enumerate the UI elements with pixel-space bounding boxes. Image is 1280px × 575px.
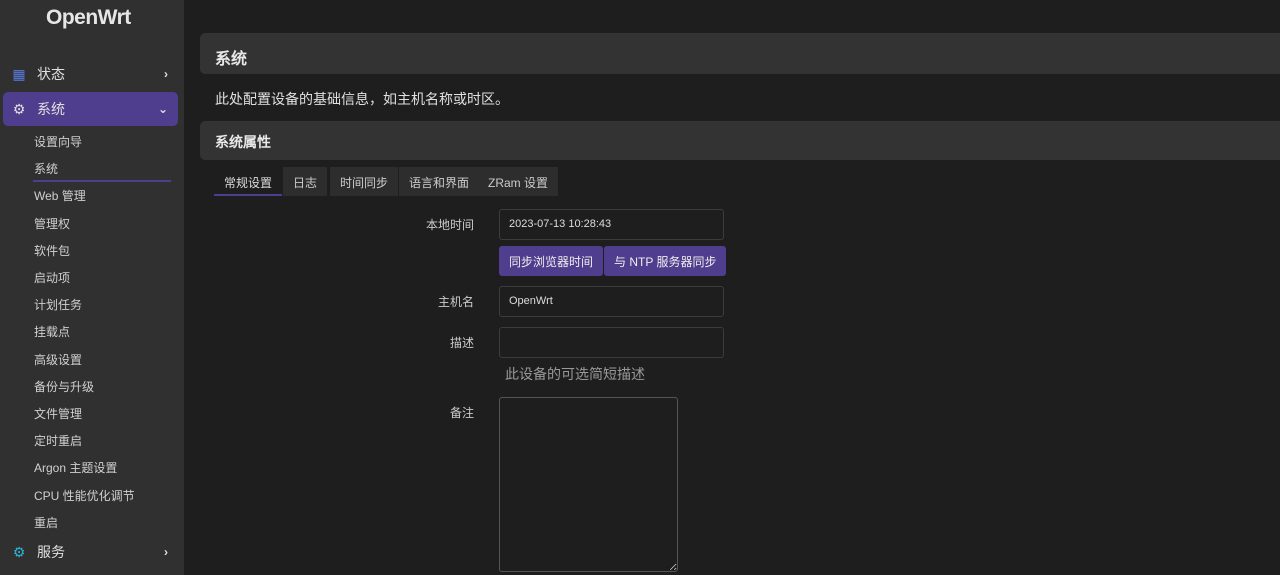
- tab-log[interactable]: 日志: [283, 167, 328, 196]
- page-title: 系统: [200, 33, 1280, 74]
- menu-label: 服务: [37, 544, 65, 560]
- submenu-item[interactable]: 高级设置: [34, 351, 82, 368]
- cogs-icon: ⚙: [12, 543, 26, 560]
- notes-label: 备注: [449, 406, 474, 420]
- local-time-field[interactable]: 2023-07-13 10:28:43: [499, 209, 724, 240]
- submenu-item[interactable]: 管理权: [34, 215, 70, 232]
- chevron-right-icon: ›: [164, 67, 168, 81]
- active-indicator: [33, 180, 171, 182]
- menu-label: 系统: [37, 101, 65, 117]
- submenu-item[interactable]: 挂载点: [34, 323, 70, 340]
- submenu-item[interactable]: 软件包: [34, 242, 70, 259]
- sidebar: OpenWrt ▦ 状态 › ⚙ 系统 ⌄ 设置向导 系统 Web 管理 管理权 软件包…: [0, 0, 184, 575]
- local-time-label: 本地时间: [425, 218, 474, 232]
- description-label: 描述: [449, 336, 474, 350]
- openwrt-logo[interactable]: OpenWrt: [46, 6, 131, 30]
- submenu-item[interactable]: 计划任务: [34, 296, 82, 313]
- section-title: 系统属性: [200, 121, 1280, 160]
- submenu-item[interactable]: CPU 性能优化调节: [34, 487, 135, 504]
- page-description: 此处配置设备的基础信息，如主机名称或时区。: [215, 91, 509, 107]
- chevron-down-icon: ⌄: [157, 102, 168, 116]
- tab-time-sync[interactable]: 时间同步: [330, 167, 399, 196]
- menu-label: 状态: [37, 66, 65, 82]
- submenu-item[interactable]: 启动项: [34, 269, 70, 286]
- submenu-item[interactable]: 重启: [34, 514, 58, 531]
- submenu-item[interactable]: 文件管理: [34, 405, 82, 422]
- menu-services[interactable]: ⚙ 服务 ›: [3, 535, 178, 569]
- menu-system[interactable]: ⚙ 系统 ⌄: [3, 92, 178, 126]
- submenu-item[interactable]: 设置向导: [34, 133, 82, 150]
- hostname-label: 主机名: [437, 295, 474, 309]
- description-input[interactable]: [499, 327, 724, 358]
- dashboard-icon: ▦: [12, 65, 26, 82]
- tab-language[interactable]: 语言和界面: [399, 167, 480, 196]
- menu-status[interactable]: ▦ 状态 ›: [3, 57, 178, 91]
- description-hint: 此设备的可选简短描述: [505, 366, 645, 382]
- submenu-item[interactable]: 系统: [34, 160, 58, 177]
- sync-ntp-button[interactable]: 与 NTP 服务器同步: [604, 246, 727, 276]
- submenu-item[interactable]: 备份与升级: [34, 378, 94, 395]
- submenu-item[interactable]: Web 管理: [34, 187, 86, 204]
- chevron-right-icon: ›: [164, 545, 168, 559]
- tab-general[interactable]: 常规设置: [214, 167, 283, 196]
- submenu-item[interactable]: Argon 主题设置: [34, 459, 117, 476]
- notes-textarea[interactable]: [499, 397, 678, 572]
- tab-zram[interactable]: ZRam 设置: [478, 167, 559, 196]
- submenu-item[interactable]: 定时重启: [34, 432, 82, 449]
- sync-browser-button[interactable]: 同步浏览器时间: [499, 246, 604, 276]
- hostname-input[interactable]: OpenWrt: [499, 286, 724, 317]
- gear-icon: ⚙: [12, 100, 26, 117]
